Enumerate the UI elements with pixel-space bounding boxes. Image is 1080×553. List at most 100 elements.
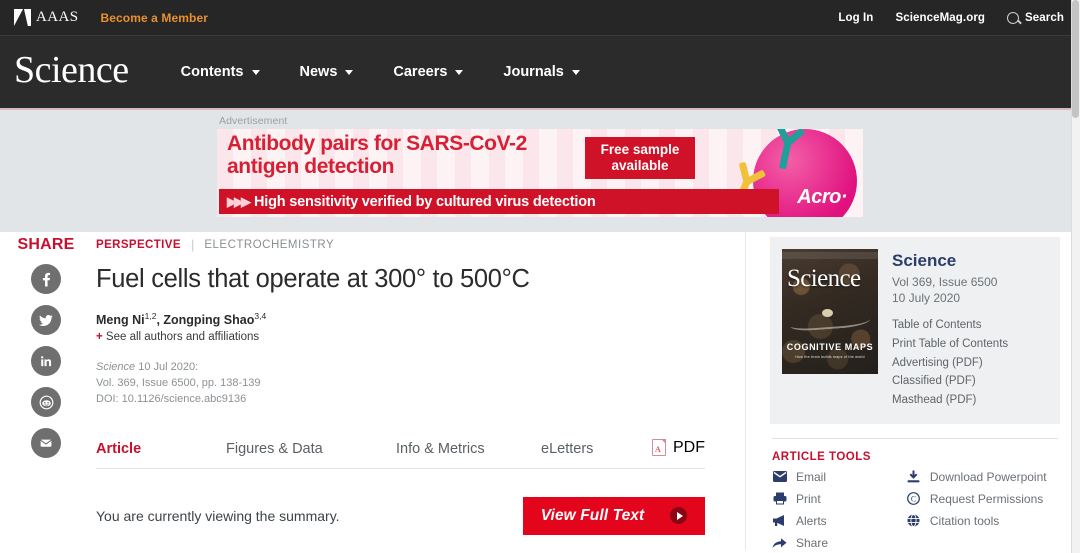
issue-journal-name[interactable]: Science: [892, 251, 1008, 271]
issue-cover-image[interactable]: Science COGNITIVE MAPS How the brain bui…: [782, 249, 878, 374]
kicker-topic[interactable]: ELECTROCHEMISTRY: [204, 239, 334, 251]
see-all-authors-toggle[interactable]: + See all authors and affiliations: [96, 331, 705, 343]
issue-card: Science COGNITIVE MAPS How the brain bui…: [770, 237, 1060, 424]
ad-strip-text: High sensitivity verified by cultured vi…: [254, 193, 596, 210]
sciencemag-link[interactable]: ScienceMag.org: [895, 12, 985, 24]
see-all-authors-label: See all authors and affiliations: [105, 330, 260, 343]
chevron-down-icon: [251, 69, 260, 75]
share-reddit-button[interactable]: [31, 387, 61, 417]
ad-free-sample-badge[interactable]: Free sample available: [585, 137, 695, 179]
share-sidebar: SHARE: [0, 232, 92, 550]
cover-top-strip: [782, 252, 878, 259]
tool-alerts[interactable]: Alerts: [772, 514, 890, 528]
citation-volume: Vol. 369, Issue 6500, pp. 138-139: [96, 376, 261, 389]
ad-brand-logo: Acro·: [797, 186, 847, 208]
log-in-link[interactable]: Log In: [838, 12, 873, 24]
share-linkedin-button[interactable]: [31, 346, 61, 376]
tool-share[interactable]: Share: [772, 536, 890, 550]
citation-doi: DOI: 10.1126/science.abc9136: [96, 392, 247, 405]
cover-seed-graphic: [822, 309, 833, 317]
tool-request-permissions[interactable]: C Request Permissions: [906, 492, 1060, 506]
share-twitter-button[interactable]: [31, 305, 61, 335]
nav-label: Journals: [503, 64, 564, 80]
tool-citation-tools[interactable]: Citation tools: [906, 514, 1060, 528]
page-root: AAAS Become a Member Log In ScienceMag.o…: [0, 0, 1080, 553]
copyright-icon: C: [906, 492, 921, 505]
nav-item-journals[interactable]: Journals: [503, 64, 580, 80]
tab-eletters[interactable]: eLetters: [541, 441, 646, 457]
megaphone-icon: [772, 514, 787, 527]
author-name-1[interactable]: Meng Ni: [96, 313, 145, 327]
article-tools-right-column: Download Powerpoint C Request Permission…: [906, 470, 1060, 553]
download-icon: [906, 470, 921, 483]
advertisement-banner[interactable]: Antibody pairs for SARS-CoV-2 antigen de…: [217, 129, 863, 217]
pdf-label: PDF: [673, 438, 705, 456]
right-sidebar: Science COGNITIVE MAPS How the brain bui…: [745, 232, 1080, 550]
aaas-mark-icon: [14, 9, 31, 26]
search-label[interactable]: Search: [1025, 12, 1064, 24]
view-full-text-label: View Full Text: [540, 506, 645, 524]
view-full-text-button[interactable]: View Full Text: [523, 496, 705, 535]
share-email-button[interactable]: [31, 428, 61, 458]
tool-label: Citation tools: [929, 513, 1000, 528]
globe-icon: [906, 514, 921, 527]
advertisement-label: Advertisement: [219, 115, 288, 127]
cover-caption-text: COGNITIVE MAPS: [786, 342, 874, 352]
issue-link-masthead-pdf[interactable]: Masthead (PDF): [892, 391, 1008, 410]
issue-link-table-of-contents[interactable]: Table of Contents: [892, 316, 1008, 335]
share-facebook-button[interactable]: [31, 264, 61, 294]
issue-link-classified-pdf[interactable]: Classified (PDF): [892, 372, 1008, 391]
reddit-icon: [39, 395, 53, 409]
facebook-icon: [42, 272, 51, 287]
author-name-2[interactable]: Zongping Shao: [163, 313, 254, 327]
chevron-down-icon: [455, 69, 464, 75]
share-title: SHARE: [17, 236, 75, 253]
printer-icon: [772, 492, 787, 505]
tab-pdf[interactable]: A PDF: [652, 439, 705, 457]
nav-label: News: [299, 64, 338, 80]
citation-date: 10 Jul 2020:: [138, 360, 199, 373]
nav-item-news[interactable]: News: [300, 64, 354, 80]
page-scrollbar[interactable]: [1071, 0, 1080, 553]
twitter-icon: [39, 315, 53, 326]
tool-download-powerpoint[interactable]: Download Powerpoint: [906, 470, 1060, 484]
issue-link-print-table-of-contents[interactable]: Print Table of Contents: [892, 335, 1008, 354]
article-authors: Meng Ni1,2, Zongping Shao3,4: [96, 311, 705, 327]
tool-label: Request Permissions: [929, 491, 1044, 506]
issue-link-advertising-pdf[interactable]: Advertising (PDF): [892, 354, 1008, 373]
aaas-logo-text: AAAS: [36, 9, 79, 25]
ad-badge-text: Free sample available: [601, 142, 680, 173]
tab-article[interactable]: Article: [96, 441, 226, 457]
become-a-member-link[interactable]: Become a Member: [100, 11, 208, 25]
author-affiliation-2: 3,4: [254, 310, 267, 321]
ad-chevrons-icon: ▶▶▶: [227, 193, 251, 209]
nav-item-careers[interactable]: Careers: [393, 64, 464, 80]
article-tools-left-column: Email Print Alerts Share: [772, 470, 890, 553]
article-tools-title: ARTICLE TOOLS: [772, 450, 871, 463]
linkedin-icon: [41, 356, 52, 367]
tab-figures-data[interactable]: Figures & Data: [226, 441, 396, 457]
search-icon: [1007, 11, 1020, 24]
tool-email[interactable]: Email: [772, 470, 890, 484]
issue-date: 10 July 2020: [892, 291, 961, 306]
top-utility-right: Log In ScienceMag.org Search: [838, 11, 1064, 24]
top-utility-bar: AAAS Become a Member Log In ScienceMag.o…: [0, 0, 1080, 36]
tab-info-metrics[interactable]: Info & Metrics: [396, 441, 541, 457]
ad-bottom-strip: ▶▶▶ High sensitivity verified by culture…: [219, 189, 779, 214]
share-arrow-icon: [772, 536, 787, 549]
search-button[interactable]: Search: [1007, 11, 1064, 24]
issue-volume: Vol 369, Issue 6500: [892, 275, 998, 289]
kicker-article-type[interactable]: PERSPECTIVE: [96, 239, 181, 251]
chevron-down-icon: [571, 69, 580, 75]
aaas-logo[interactable]: AAAS: [14, 9, 78, 26]
ad-headline: Antibody pairs for SARS-CoV-2 antigen de…: [227, 132, 527, 178]
tool-label: Share: [796, 535, 829, 550]
scrollbar-thumb[interactable]: [1072, 0, 1079, 118]
kicker-separator: |: [190, 237, 195, 252]
tool-label: Email: [796, 469, 827, 484]
nav-item-contents[interactable]: Contents: [181, 64, 260, 80]
tool-label: Print: [796, 491, 821, 506]
tool-print[interactable]: Print: [772, 492, 890, 506]
ad-badge-line2: available: [611, 158, 669, 173]
science-logo[interactable]: Science: [14, 51, 129, 93]
